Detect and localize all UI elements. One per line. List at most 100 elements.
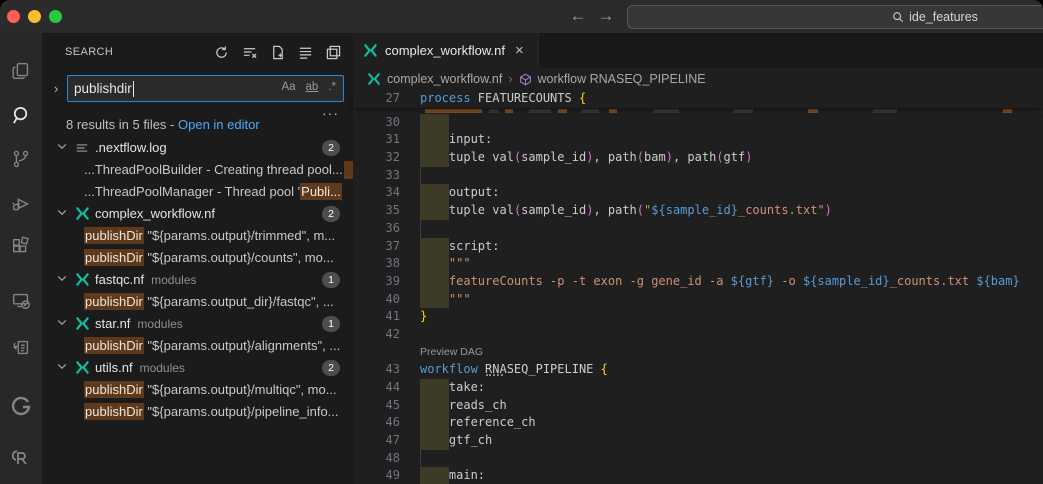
line-number: 39 bbox=[353, 273, 400, 291]
clear-results-icon[interactable] bbox=[239, 42, 259, 62]
breadcrumb-symbol[interactable]: workflow RNASEQ_PIPELINE bbox=[538, 72, 706, 86]
ide-window: ← → ide_features bbox=[0, 0, 1043, 484]
extensions-icon[interactable] bbox=[9, 235, 33, 259]
minimize-window-button[interactable] bbox=[28, 10, 41, 23]
code-line-32[interactable]: 32 tuple val(sample_id), path(bam), path… bbox=[353, 149, 1043, 167]
close-window-button[interactable] bbox=[7, 10, 20, 23]
nextflow-file-icon bbox=[75, 360, 91, 376]
command-center-search[interactable]: ide_features bbox=[627, 5, 1043, 29]
chevron-down-icon[interactable] bbox=[56, 313, 72, 335]
tab-close-icon[interactable]: × bbox=[515, 42, 524, 59]
view-as-tree-icon[interactable] bbox=[295, 42, 315, 62]
gitlens-icon[interactable] bbox=[9, 395, 33, 419]
line-number: 40 bbox=[353, 291, 400, 309]
chevron-down-icon[interactable] bbox=[56, 269, 72, 291]
codelens-preview-dag[interactable]: Preview DAG bbox=[353, 344, 1043, 362]
r-language-icon[interactable] bbox=[9, 445, 33, 469]
code-line-39[interactable]: 39 featureCounts -p -t exon -g gene_id -… bbox=[353, 273, 1043, 291]
code-line-30[interactable]: 30 bbox=[353, 114, 1043, 132]
line-number: 31 bbox=[353, 131, 400, 149]
search-panel-header: SEARCH bbox=[42, 33, 353, 68]
line-number: 35 bbox=[353, 202, 400, 220]
code-line-47[interactable]: 47 gtf_ch bbox=[353, 432, 1043, 450]
search-result-file[interactable]: .nextflow.log2 bbox=[42, 137, 353, 159]
nextflow-file-icon bbox=[367, 72, 381, 86]
results-summary: 8 results in 5 files - Open in editor bbox=[66, 117, 260, 132]
source-control-icon[interactable] bbox=[9, 147, 33, 171]
search-result-match[interactable]: publishDir "${params.output}/counts", mo… bbox=[42, 247, 353, 269]
remote-explorer-icon[interactable] bbox=[9, 289, 33, 313]
code-line-46[interactable]: 46 reference_ch bbox=[353, 414, 1043, 432]
collapse-all-icon[interactable] bbox=[323, 42, 343, 62]
code-line-31[interactable]: 31 input: bbox=[353, 131, 1043, 149]
search-icon bbox=[892, 11, 904, 23]
code-line-35[interactable]: 35 tuple val(sample_id), path("${sample_… bbox=[353, 202, 1043, 220]
chevron-down-icon[interactable] bbox=[56, 203, 72, 225]
code-line-38[interactable]: 38 """ bbox=[353, 255, 1043, 273]
breadcrumb-file[interactable]: complex_workflow.nf bbox=[387, 72, 502, 86]
code-line-42[interactable]: 42 bbox=[353, 326, 1043, 344]
summary-separator: - bbox=[166, 117, 178, 132]
sticky-scroll-line[interactable]: 27process FEATURECOUNTS { bbox=[353, 90, 1043, 108]
code-area[interactable]: 27process FEATURECOUNTS { 30 31 input:32… bbox=[353, 90, 1043, 484]
whole-word-toggle[interactable]: ab bbox=[304, 80, 321, 94]
tab-complex-workflow[interactable]: complex_workflow.nf × bbox=[353, 33, 539, 68]
nextflow-file-icon bbox=[75, 206, 91, 222]
line-number: 27 bbox=[353, 90, 400, 108]
new-search-editor-icon[interactable] bbox=[267, 42, 287, 62]
line-number: 32 bbox=[353, 149, 400, 167]
navigate-forward-button[interactable]: → bbox=[594, 4, 618, 28]
snippets-icon[interactable] bbox=[9, 335, 33, 359]
search-result-match[interactable]: ...ThreadPoolManager - Thread pool 'Publ… bbox=[42, 181, 353, 203]
match-highlight: publishDir bbox=[84, 403, 144, 420]
chevron-down-icon[interactable] bbox=[56, 137, 72, 159]
line-number: 43 bbox=[353, 361, 400, 379]
file-name: star.nfmodules bbox=[95, 313, 183, 335]
panel-title: SEARCH bbox=[65, 46, 113, 58]
code-line-36[interactable]: 36 bbox=[353, 220, 1043, 238]
code-line-40[interactable]: 40 """ bbox=[353, 291, 1043, 309]
code-line-45[interactable]: 45 reads_ch bbox=[353, 397, 1043, 415]
search-result-match[interactable]: ...ThreadPoolBuilder - Creating thread p… bbox=[42, 159, 353, 181]
line-number: 38 bbox=[353, 255, 400, 273]
run-debug-icon[interactable] bbox=[9, 191, 33, 215]
code-line-48[interactable]: 48 bbox=[353, 450, 1043, 468]
open-in-editor-link[interactable]: Open in editor bbox=[178, 117, 260, 132]
maximize-window-button[interactable] bbox=[49, 10, 62, 23]
code-line-43[interactable]: 43workflow RNASEQ_PIPELINE { bbox=[353, 361, 1043, 379]
search-result-match[interactable]: publishDir "${params.output}/multiqc", m… bbox=[42, 379, 353, 401]
search-input[interactable]: publishdir Aa ab .* bbox=[67, 75, 344, 102]
line-number: 45 bbox=[353, 397, 400, 415]
match-highlight bbox=[344, 161, 353, 179]
code-line-49[interactable]: 49 main: bbox=[353, 467, 1043, 484]
search-result-match[interactable]: publishDir "${params.output_dir}/fastqc"… bbox=[42, 291, 353, 313]
log-file-icon bbox=[75, 140, 91, 156]
code-line-37[interactable]: 37 script: bbox=[353, 238, 1043, 256]
line-number: 47 bbox=[353, 432, 400, 450]
search-view-icon[interactable] bbox=[9, 103, 33, 127]
match-case-toggle[interactable]: Aa bbox=[279, 80, 297, 94]
code-line-41[interactable]: 41} bbox=[353, 308, 1043, 326]
search-result-match[interactable]: publishDir "${params.output}/pipeline_in… bbox=[42, 401, 353, 423]
search-result-file[interactable]: utils.nfmodules2 bbox=[42, 357, 353, 379]
code-line-34[interactable]: 34 output: bbox=[353, 184, 1043, 202]
explorer-icon[interactable] bbox=[9, 59, 33, 83]
code-line-44[interactable]: 44 take: bbox=[353, 379, 1043, 397]
search-panel: SEARCH › publishdir bbox=[42, 33, 353, 484]
refresh-icon[interactable] bbox=[211, 42, 231, 62]
search-result-file[interactable]: fastqc.nfmodules1 bbox=[42, 269, 353, 291]
toggle-search-details-icon[interactable]: ··· bbox=[322, 105, 339, 121]
match-count-badge: 2 bbox=[322, 140, 340, 156]
search-result-match[interactable]: publishDir "${params.output}/alignments"… bbox=[42, 335, 353, 357]
code-line-33[interactable]: 33 bbox=[353, 167, 1043, 185]
toggle-replace-chevron[interactable]: › bbox=[54, 81, 58, 96]
match-highlight: Publi... bbox=[300, 183, 342, 200]
match-count-badge: 1 bbox=[322, 316, 340, 332]
chevron-down-icon[interactable] bbox=[56, 357, 72, 379]
search-result-file[interactable]: complex_workflow.nf2 bbox=[42, 203, 353, 225]
search-result-file[interactable]: star.nfmodules 1 bbox=[42, 313, 353, 335]
search-result-match[interactable]: publishDir "${params.output}/trimmed", m… bbox=[42, 225, 353, 247]
navigate-back-button[interactable]: ← bbox=[566, 4, 590, 28]
regex-toggle[interactable]: .* bbox=[326, 80, 338, 94]
tab-label: complex_workflow.nf bbox=[385, 43, 505, 58]
